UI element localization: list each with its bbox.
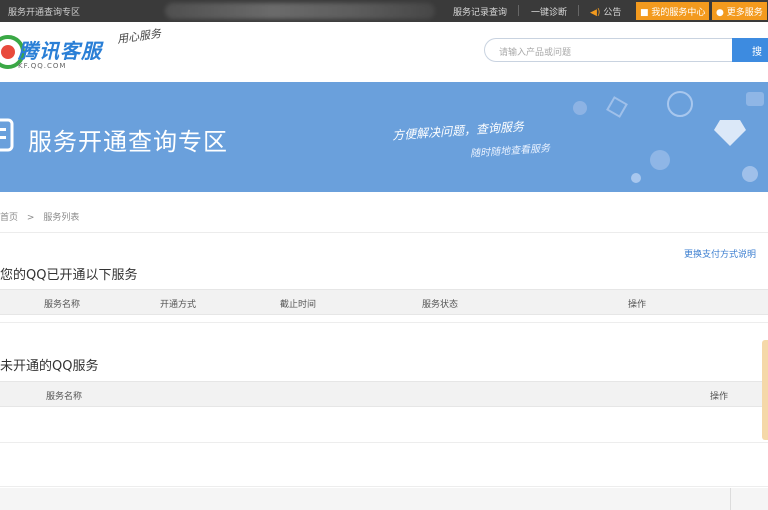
banner-slogan: 方便解决问题，查询服务 [391, 119, 525, 143]
divider [578, 5, 579, 16]
table-footer [0, 488, 768, 510]
decorative-pattern [573, 91, 764, 183]
breadcrumb-separator: > [26, 213, 35, 223]
column-header: 服务名称 [44, 300, 81, 310]
column-header: 操作 [628, 300, 647, 310]
header: 腾讯客服 KF.QQ.COM 用心服务 请输入产品或问题 搜 [0, 22, 768, 82]
column-header: 操作 [710, 392, 729, 402]
more-service-button[interactable]: ● 更多服务 [712, 2, 767, 20]
table-row [0, 315, 768, 323]
logo-slogan: 用心服务 [116, 26, 162, 46]
divider [518, 5, 519, 16]
logo-text[interactable]: 腾讯客服 [18, 35, 102, 64]
service-center-button[interactable]: ■ 我的服务中心 [636, 2, 710, 20]
divider [0, 232, 768, 233]
column-header: 服务状态 [422, 300, 459, 310]
service-record-link[interactable]: 服务记录查询 [453, 5, 507, 18]
table-row [0, 407, 768, 443]
search-input[interactable]: 请输入产品或问题 [484, 38, 732, 62]
banner: 服务开通查询专区 方便解决问题，查询服务 随时随地查看服务 [0, 82, 768, 192]
search-button[interactable]: 搜 [732, 38, 768, 62]
banner-slogan-secondary: 随时随地查看服务 [469, 143, 551, 160]
breadcrumb: 首页 > 服务列表 [0, 210, 85, 223]
gear-icon: ● [716, 8, 724, 18]
floating-side-tab[interactable] [762, 340, 768, 440]
unopened-services-title: 未开通的QQ服务 [0, 359, 99, 374]
breadcrumb-home[interactable]: 首页 [0, 213, 18, 223]
magnifier-icon [0, 118, 14, 152]
topbar-site-label: 服务开通查询专区 [8, 8, 81, 18]
divider [730, 488, 731, 510]
opened-services-header: 服务名称 开通方式 截止时间 服务状态 操作 [0, 289, 768, 315]
table-row [0, 443, 768, 487]
logo-subtitle: KF.QQ.COM [18, 62, 67, 70]
unopened-services-header: 服务名称 操作 [0, 381, 768, 407]
blurred-region [165, 3, 435, 19]
top-bar: 服务开通查询专区 服务记录查询 一键诊断 ◀) 公告 ■ 我的服务中心 ● 更多… [0, 0, 768, 22]
notice-link[interactable]: ◀) 公告 [590, 5, 621, 18]
diagnose-link[interactable]: 一键诊断 [531, 5, 567, 18]
breadcrumb-current: 服务列表 [43, 213, 80, 223]
banner-title: 服务开通查询专区 [28, 128, 228, 156]
user-icon: ■ [640, 8, 649, 18]
column-header: 截止时间 [280, 300, 317, 310]
speaker-icon: ◀) [590, 8, 601, 18]
column-header: 服务名称 [46, 392, 83, 402]
column-header: 开通方式 [160, 300, 197, 310]
payment-method-link[interactable]: 更换支付方式说明 [684, 247, 756, 260]
opened-services-title: 您的QQ已开通以下服务 [0, 268, 138, 283]
